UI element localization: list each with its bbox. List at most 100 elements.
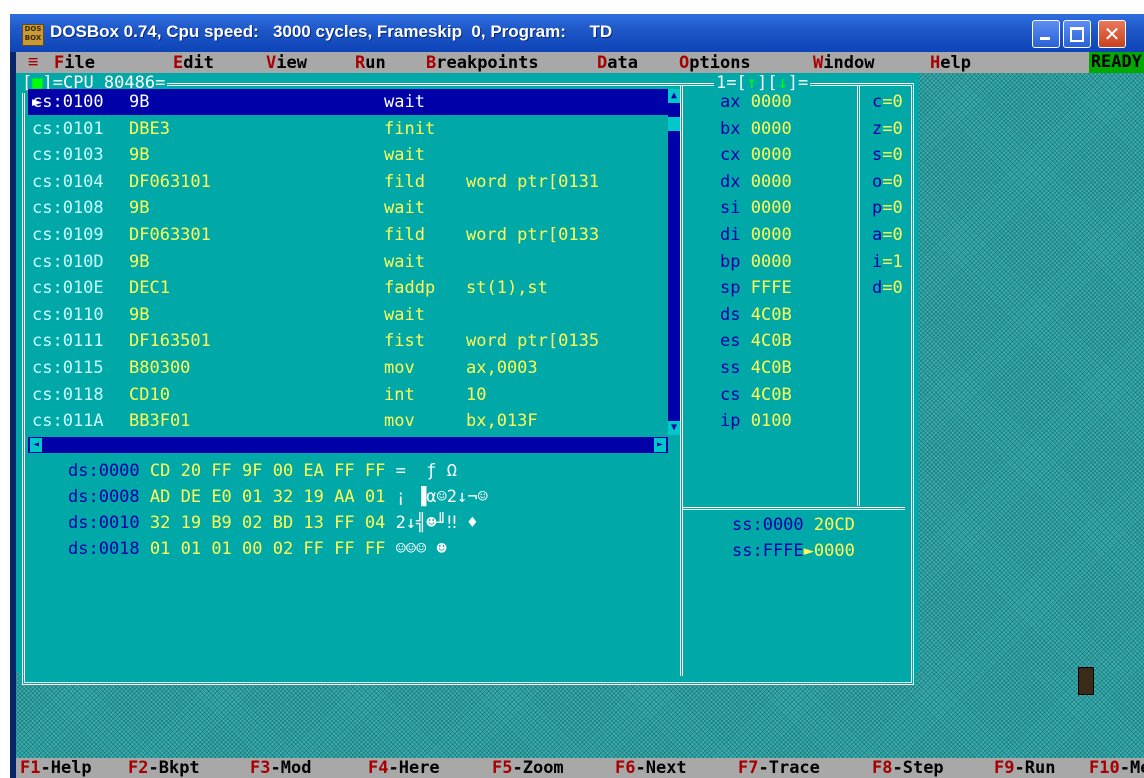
fkey-label: -Mod — [270, 758, 312, 778]
register-cs[interactable]: cs 4C0B — [720, 382, 792, 408]
menu-label: iew — [276, 53, 307, 73]
code-vertical-scrollbar[interactable]: ▲ ▼ — [668, 89, 680, 435]
register-value: 4C0B — [750, 358, 792, 378]
dosbox-window: DOS BOX DOSBox 0.74, Cpu speed: 3000 cyc… — [10, 14, 1144, 778]
code-line[interactable]: cs:010E DEC1 faddp st(1),st — [28, 275, 668, 301]
dump-ascii: ☺☺☺ ☻ — [395, 539, 447, 559]
menu-options[interactable]: Options — [679, 53, 751, 73]
scroll-right-icon[interactable]: ► — [654, 438, 666, 452]
scroll-left-icon[interactable]: ◄ — [30, 438, 42, 452]
flag-name: i — [872, 251, 883, 272]
register-bx[interactable]: bx 0000 — [720, 116, 792, 142]
fkey-label: -Bkpt — [148, 758, 200, 778]
register-sp[interactable]: sp FFFE — [720, 275, 792, 301]
menu-breakpoints[interactable]: Breakpoints — [426, 53, 539, 73]
menu-hotkey: W — [813, 53, 824, 73]
register-name: es — [720, 331, 741, 352]
menu-view[interactable]: View — [266, 53, 307, 73]
code-operand: word ptr[0135 — [466, 331, 600, 352]
code-mnemonic: mov — [384, 411, 415, 432]
flag-i[interactable]: i=1 — [872, 249, 903, 275]
code-line[interactable]: cs:0118 CD10 int 10 — [28, 382, 668, 408]
flag-p[interactable]: p=0 — [872, 195, 903, 221]
menu-data[interactable]: Data — [597, 53, 638, 73]
dump-row[interactable]: ds:0010 32 19 B9 02 BD 13 FF 04 2↓╣☻╜‼ ♦ — [68, 511, 477, 535]
title-bar[interactable]: DOS BOX DOSBox 0.74, Cpu speed: 3000 cyc… — [10, 14, 1144, 52]
system-menu-icon[interactable]: ≡ — [28, 52, 38, 72]
code-line[interactable]: cs:0104 DF063101 fild word ptr[0131 — [28, 169, 668, 195]
address-text: cs:0100 — [32, 92, 104, 112]
scroll-thumb[interactable] — [668, 117, 680, 131]
stack-address: ss:FFFE — [732, 541, 804, 561]
dump-row[interactable]: ds:0000 CD 20 FF 9F 00 EA FF FF = ƒ Ω — [68, 459, 457, 483]
menu-help[interactable]: Help — [930, 53, 971, 73]
maximize-button[interactable] — [1063, 20, 1091, 48]
close-button[interactable]: ✕ — [1098, 20, 1126, 48]
fkey-f1[interactable]: F1-Help — [20, 758, 92, 778]
fkey-f4[interactable]: F4-Here — [368, 758, 440, 778]
fkey-f9[interactable]: F9-Run — [994, 758, 1055, 778]
flag-d[interactable]: d=0 — [872, 275, 903, 301]
fkey-f7[interactable]: F7-Trace — [738, 758, 820, 778]
flag-c[interactable]: c=0 — [872, 89, 903, 115]
register-ip[interactable]: ip 0100 — [720, 408, 792, 434]
code-line[interactable]: cs:0101 DBE3 finit — [28, 116, 668, 142]
scroll-up-icon[interactable]: ▲ — [668, 89, 680, 103]
register-ss[interactable]: ss 4C0B — [720, 355, 792, 381]
menu-run[interactable]: Run — [355, 53, 386, 73]
flag-s[interactable]: s=0 — [872, 142, 903, 168]
code-mnemonic: wait — [384, 304, 425, 325]
flag-o[interactable]: o=0 — [872, 169, 903, 195]
code-line[interactable]: cs:0109 DF063301 fild word ptr[0133 — [28, 222, 668, 248]
code-line[interactable]: cs:010D 9B wait — [28, 249, 668, 275]
code-line[interactable]: cs:0108 9B wait — [28, 195, 668, 221]
register-si[interactable]: si 0000 — [720, 195, 792, 221]
code-line[interactable]: cs:0103 9B wait — [28, 142, 668, 168]
code-line[interactable]: cs:0115 B80300 mov ax,0003 — [28, 355, 668, 381]
code-line[interactable]: cs:0111 DF163501 fist word ptr[0135 — [28, 328, 668, 354]
dosbox-app-icon[interactable]: DOS BOX — [22, 24, 44, 46]
address-text: cs:0115 — [32, 358, 104, 378]
fkey-f3[interactable]: F3-Mod — [250, 758, 311, 778]
menu-file[interactable]: File — [54, 53, 95, 73]
fkey-key: F8 — [872, 758, 893, 778]
code-bytes: DEC1 — [129, 278, 170, 299]
register-ds[interactable]: ds 4C0B — [720, 302, 792, 328]
minimize-button[interactable] — [1032, 20, 1060, 48]
flag-z[interactable]: z=0 — [872, 116, 903, 142]
menu-edit[interactable]: Edit — [173, 53, 214, 73]
flag-name: a — [872, 225, 883, 245]
fkey-f10[interactable]: F10-Menu — [1089, 758, 1144, 778]
flag-a[interactable]: a=0 — [872, 222, 903, 248]
code-line[interactable]: cs:0100 ► 9B wait — [28, 89, 668, 115]
flag-name: o — [872, 171, 883, 192]
menu-label: ptions — [689, 53, 751, 73]
register-ax[interactable]: ax 0000 — [720, 89, 792, 115]
stack-row[interactable]: ss:0000 20CD — [732, 513, 855, 537]
register-es[interactable]: es 4C0B — [720, 328, 792, 354]
cpu-window[interactable]: [■]=CPU 80486= 1=[↑][↓]= cs:0100 ► 9B wait c… — [20, 73, 916, 685]
fkey-f5[interactable]: F5-Zoom — [492, 758, 564, 778]
register-value: 0000 — [750, 92, 792, 112]
menu-window[interactable]: Window — [813, 53, 874, 73]
scroll-down-icon[interactable]: ▼ — [668, 421, 680, 435]
fkey-f2[interactable]: F2-Bkpt — [128, 758, 200, 778]
fkey-f6[interactable]: F6-Next — [615, 758, 687, 778]
code-horizontal-scrollbar[interactable]: ◄ ► — [28, 437, 668, 453]
register-cx[interactable]: cx 0000 — [720, 142, 792, 168]
code-mnemonic: fild — [384, 225, 425, 245]
register-name: cs — [720, 384, 741, 405]
register-di[interactable]: di 0000 — [720, 222, 792, 248]
dump-row[interactable]: ds:0018 01 01 01 00 02 FF FF FF ☺☺☺ ☻ — [68, 537, 447, 561]
code-operand: ax,0003 — [466, 358, 538, 378]
code-bytes: 9B — [129, 251, 150, 272]
register-bp[interactable]: bp 0000 — [720, 249, 792, 275]
register-dx[interactable]: dx 0000 — [720, 169, 792, 195]
fkey-key: F6 — [615, 758, 636, 778]
stack-row[interactable]: ss:FFFE►0000 — [732, 539, 855, 563]
code-line[interactable]: cs:0110 9B wait — [28, 302, 668, 328]
dump-row[interactable]: ds:0008 AD DE E0 01 32 19 AA 01 ¡ ▐α☺2↓¬… — [68, 485, 488, 509]
fkey-f8[interactable]: F8-Step — [872, 758, 944, 778]
dos-screen[interactable]: ≡ File Edit View Run Breakpoints Data Options W… — [16, 52, 1144, 778]
code-line[interactable]: cs:011A BB3F01 mov bx,013F — [28, 408, 668, 434]
